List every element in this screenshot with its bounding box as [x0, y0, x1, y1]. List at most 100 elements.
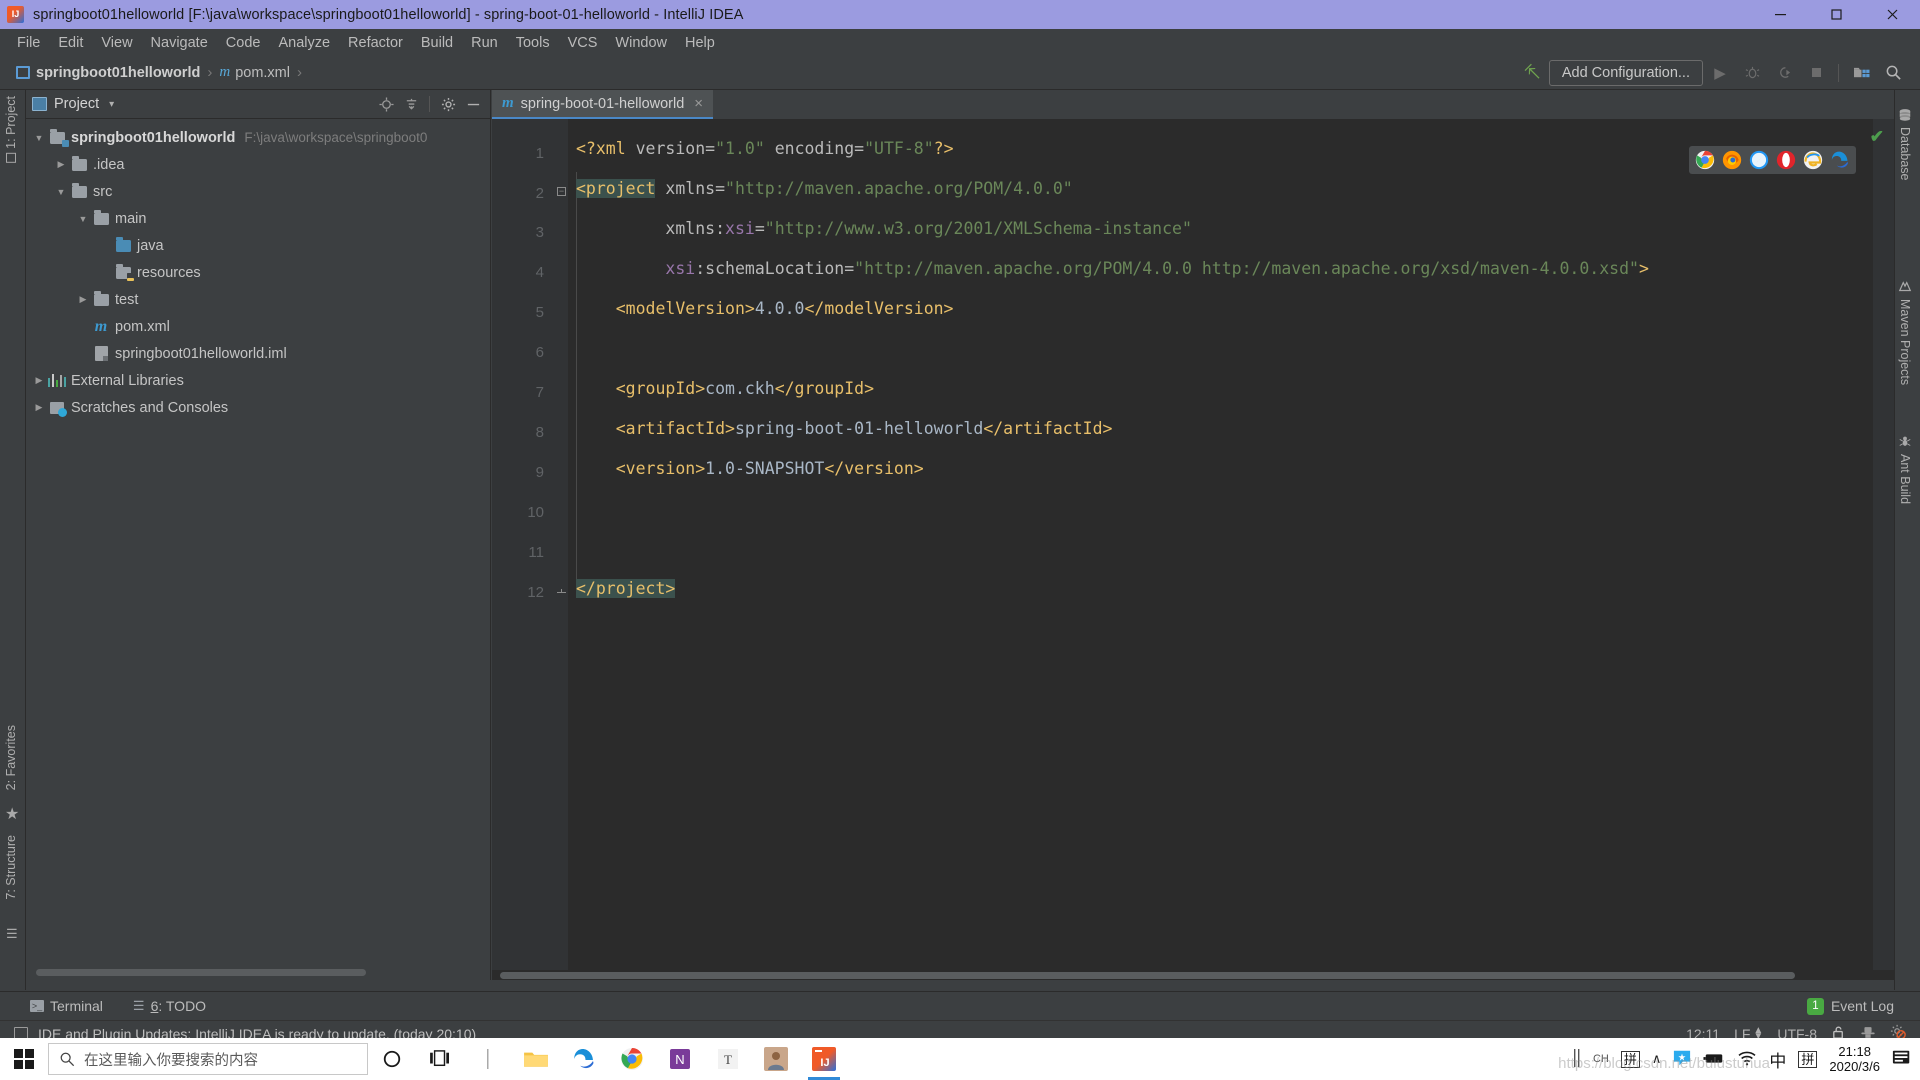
twisty-icon[interactable]: ▶ [30, 375, 48, 386]
locate-icon[interactable] [375, 93, 397, 115]
add-configuration-button[interactable]: Add Configuration... [1548, 59, 1703, 86]
taskbar-app-onenote[interactable]: N [656, 1038, 704, 1080]
tree-item-test[interactable]: ▶ test [26, 286, 490, 313]
maximize-button[interactable] [1808, 0, 1864, 29]
taskbar-app-chrome[interactable] [608, 1038, 656, 1080]
chrome-icon[interactable] [1695, 150, 1715, 170]
tree-item-src[interactable]: ▼ src [26, 178, 490, 205]
event-log-tab[interactable]: 1 Event Log [1806, 997, 1894, 1015]
tree-item-java[interactable]: java [26, 232, 490, 259]
tree-item-scratches-and-consoles[interactable]: ▶ Scratches and Consoles [26, 394, 490, 421]
tree-item-iml[interactable]: springboot01helloworld.iml [26, 340, 490, 367]
chevron-down-icon[interactable]: ▾ [109, 99, 114, 110]
rail-maven-tab[interactable]: Maven Projects [1898, 280, 1912, 385]
clock[interactable]: 21:18 2020/3/6 [1829, 1044, 1880, 1074]
menu-window[interactable]: Window [606, 32, 676, 54]
menu-edit[interactable]: Edit [49, 32, 92, 54]
tree-item-pom-xml[interactable]: m pom.xml [26, 313, 490, 340]
menu-vcs[interactable]: VCS [559, 32, 607, 54]
close-button[interactable] [1864, 0, 1920, 29]
taskbar-app-intellij-idea[interactable]: IJ [800, 1038, 848, 1080]
menu-run[interactable]: Run [462, 32, 507, 54]
tree-item-springboot01helloworld[interactable]: ▼ springboot01helloworld F:\java\workspa… [26, 124, 490, 151]
search-placeholder: 在这里输入你要搜索的内容 [84, 1052, 258, 1069]
taskbar-app-typora[interactable]: T [704, 1038, 752, 1080]
tree-item-external-libraries[interactable]: ▶ External Libraries [26, 367, 490, 394]
breadcrumb-file[interactable]: pom.xml [235, 65, 290, 81]
menu-refactor[interactable]: Refactor [339, 32, 412, 54]
cortana-icon[interactable] [368, 1038, 416, 1080]
opera-icon[interactable] [1776, 150, 1796, 170]
firefox-icon[interactable] [1722, 150, 1742, 170]
action-center-icon[interactable] [1892, 1048, 1912, 1071]
search-everywhere-icon[interactable] [1878, 60, 1908, 86]
menu-help[interactable]: Help [676, 32, 724, 54]
open-in-browser-popup[interactable] [1689, 146, 1856, 174]
fold-region-end-icon[interactable] [557, 589, 566, 598]
terminal-tab[interactable]: >_ Terminal [30, 998, 103, 1014]
project-tree[interactable]: ▼ springboot01helloworld F:\java\workspa… [26, 119, 490, 980]
menu-code[interactable]: Code [217, 32, 270, 54]
edge-icon[interactable] [1830, 150, 1850, 170]
run-icon[interactable]: ▶ [1705, 60, 1735, 86]
menu-analyze[interactable]: Analyze [269, 32, 339, 54]
code-editor[interactable]: 1 2 3 4 5 6 7 8 9 10 11 12 − <?xml versi… [492, 119, 1894, 980]
code-folding-gutter[interactable]: − [554, 119, 568, 980]
menu-build[interactable]: Build [412, 32, 462, 54]
battery-icon[interactable] [1703, 1051, 1725, 1068]
rail-favorites-tab[interactable]: 2: Favorites [4, 725, 18, 790]
star-chat-icon[interactable] [1673, 1049, 1691, 1070]
ime-ch-label[interactable]: CH [1593, 1053, 1609, 1065]
code-text[interactable]: <?xml version="1.0" encoding="UTF-8"?> <… [568, 119, 1894, 980]
rail-ant-tab[interactable]: Ant Build [1898, 435, 1912, 504]
settings-gear-icon[interactable] [437, 93, 459, 115]
rail-project-tab[interactable]: 1: Project [4, 96, 18, 163]
tree-item-main[interactable]: ▼ main [26, 205, 490, 232]
close-icon[interactable]: × [694, 95, 703, 112]
menu-navigate[interactable]: Navigate [142, 32, 217, 54]
debug-icon[interactable] [1737, 60, 1767, 86]
menu-tools[interactable]: Tools [507, 32, 559, 54]
breadcrumb-project[interactable]: springboot01helloworld [36, 65, 200, 81]
tree-item-label: src [93, 183, 113, 200]
menu-help-label: Help [684, 34, 715, 51]
menu-file[interactable]: File [8, 32, 49, 54]
todo-tab[interactable]: ☰ 6: TODO [133, 998, 206, 1014]
taskbar-search-input[interactable]: 在这里输入你要搜索的内容 [48, 1043, 368, 1075]
chevron-up-icon[interactable]: ∧ [1652, 1051, 1662, 1067]
rail-database-tab[interactable]: Database [1898, 108, 1912, 181]
ime-pinyin2-icon[interactable]: 拼 [1798, 1050, 1818, 1068]
task-view-icon[interactable] [416, 1038, 464, 1080]
stop-icon[interactable] [1801, 60, 1831, 86]
tree-item-idea[interactable]: ▶ .idea [26, 151, 490, 178]
minimize-button[interactable] [1752, 0, 1808, 29]
tree-item-resources[interactable]: resources [26, 259, 490, 286]
collapse-all-icon[interactable] [400, 93, 422, 115]
ime-chinese-icon[interactable]: 中 [1769, 1047, 1786, 1072]
twisty-icon[interactable]: ▶ [74, 294, 92, 305]
taskbar-app-file-explorer[interactable] [512, 1038, 560, 1080]
run-with-coverage-icon[interactable] [1769, 60, 1799, 86]
taskbar-app-user-avatar[interactable] [752, 1038, 800, 1080]
twisty-icon[interactable]: ▼ [30, 133, 48, 143]
editor-horizontal-scrollbar[interactable] [492, 970, 1894, 980]
inspection-ok-icon[interactable]: ✔ [1870, 127, 1884, 147]
twisty-icon[interactable]: ▼ [52, 187, 70, 197]
taskbar-app-edge[interactable] [560, 1038, 608, 1080]
rail-structure-tab[interactable]: 7: Structure [4, 835, 18, 900]
twisty-icon[interactable]: ▼ [74, 214, 92, 224]
twisty-icon[interactable]: ▶ [30, 402, 48, 413]
project-structure-icon[interactable] [1846, 60, 1876, 86]
windows-start-icon[interactable] [0, 1048, 48, 1070]
ime-pinyin-icon[interactable]: 拼 [1620, 1050, 1640, 1068]
twisty-icon[interactable]: ▶ [52, 159, 70, 170]
fold-region-start-icon[interactable]: − [557, 187, 566, 196]
safari-icon[interactable] [1749, 150, 1769, 170]
hide-panel-icon[interactable] [462, 93, 484, 115]
project-panel-scrollbar[interactable] [36, 969, 366, 976]
update-arrow-icon[interactable]: ⤒ [1521, 60, 1546, 85]
internet-explorer-icon[interactable] [1803, 150, 1823, 170]
tab-spring-boot-01-helloworld[interactable]: m spring-boot-01-helloworld × [492, 90, 714, 119]
wifi-icon[interactable] [1737, 1050, 1757, 1069]
menu-view[interactable]: View [92, 32, 141, 54]
